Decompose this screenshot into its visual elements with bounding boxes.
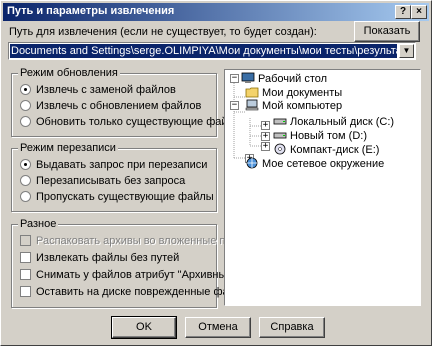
radio-icon[interactable] bbox=[20, 116, 31, 127]
overwrite-option-skip[interactable]: Пропускать существующие файлы bbox=[20, 190, 214, 204]
tree-label: Локальный диск (C:) bbox=[290, 116, 395, 128]
folder-icon bbox=[245, 87, 259, 98]
expand-icon[interactable]: + bbox=[261, 142, 270, 151]
tree-label: Мое сетевое окружение bbox=[262, 158, 385, 170]
show-button[interactable]: Показать bbox=[354, 21, 420, 42]
overwrite-option-silent[interactable]: Перезаписывать без запроса bbox=[20, 174, 185, 188]
misc-option-archive-attr[interactable]: Снимать у файлов атрибут "Архивный" bbox=[20, 268, 236, 282]
tree-label: Рабочий стол bbox=[258, 73, 328, 85]
ok-button[interactable]: OK bbox=[111, 316, 177, 339]
radio-icon[interactable] bbox=[20, 100, 31, 111]
drive-icon bbox=[273, 132, 287, 139]
window-title: Путь и параметры извлечения bbox=[7, 5, 175, 17]
tree-item-network[interactable]: Мое сетевое окружение bbox=[245, 157, 384, 171]
help-button[interactable]: Справка bbox=[259, 317, 325, 338]
tree-label: Компакт-диск (E:) bbox=[290, 144, 380, 156]
collapse-icon[interactable]: − bbox=[230, 74, 239, 83]
tree-item-my-computer[interactable]: Мой компьютер bbox=[245, 99, 342, 113]
radio-icon[interactable] bbox=[20, 191, 31, 202]
option-label: Выдавать запрос при перезаписи bbox=[36, 159, 208, 171]
update-mode-title: Режим обновления bbox=[18, 67, 120, 79]
close-button[interactable]: × bbox=[411, 5, 427, 19]
computer-icon bbox=[245, 99, 259, 111]
network-icon bbox=[246, 157, 258, 169]
extraction-dialog: Путь и параметры извлечения ? × Путь для… bbox=[0, 0, 432, 346]
cancel-button[interactable]: Отмена bbox=[185, 317, 251, 338]
misc-title: Разное bbox=[18, 218, 59, 230]
checkbox-icon[interactable] bbox=[20, 252, 31, 263]
checkbox-icon bbox=[20, 235, 31, 246]
tree-item-desktop[interactable]: Рабочий стол bbox=[241, 72, 327, 86]
checkbox-icon[interactable] bbox=[20, 269, 31, 280]
misc-option-no-paths[interactable]: Извлекать файлы без путей bbox=[20, 251, 179, 265]
overwrite-option-ask[interactable]: Выдавать запрос при перезаписи bbox=[20, 158, 207, 172]
tree-label: Мой компьютер bbox=[262, 100, 343, 112]
checkbox-icon[interactable] bbox=[20, 286, 31, 297]
option-label: Оставить на диске поврежденные файлы bbox=[36, 286, 250, 298]
option-label: Снимать у файлов атрибут "Архивный" bbox=[36, 269, 237, 281]
expand-icon[interactable]: + bbox=[261, 121, 270, 130]
option-label: Извлечь с обновлением файлов bbox=[36, 100, 202, 112]
desktop-icon bbox=[241, 72, 255, 83]
tree-label: Новый том (D:) bbox=[290, 130, 367, 142]
update-mode-group: Режим обновления Извлечь с заменой файло… bbox=[11, 67, 242, 137]
misc-group: Разное Распаковать архивы во вложенные п… bbox=[11, 218, 249, 308]
radio-icon[interactable] bbox=[20, 175, 31, 186]
folder-tree[interactable]: − Рабочий стол Мои документы − Мой компь… bbox=[224, 69, 421, 306]
drive-icon bbox=[273, 118, 287, 125]
path-label: Путь для извлечения (если не существует,… bbox=[9, 26, 317, 38]
chevron-down-icon[interactable]: ▼ bbox=[399, 44, 414, 58]
option-label: Распаковать архивы во вложенные папки bbox=[36, 235, 249, 247]
update-option-replace[interactable]: Извлечь с заменой файлов bbox=[20, 83, 176, 97]
help-title-button[interactable]: ? bbox=[395, 5, 411, 19]
option-label: Перезаписывать без запроса bbox=[36, 175, 186, 187]
expand-icon[interactable]: + bbox=[261, 132, 270, 141]
option-label: Извлекать файлы без путей bbox=[36, 252, 180, 264]
cdrom-icon bbox=[274, 143, 286, 155]
radio-icon[interactable] bbox=[20, 159, 31, 170]
path-value[interactable]: Documents and Settings\serge.OLIMPIYA\Мо… bbox=[10, 44, 397, 58]
option-label: Извлечь с заменой файлов bbox=[36, 84, 176, 96]
radio-icon[interactable] bbox=[20, 84, 31, 95]
tree-item-drive-c[interactable]: Локальный диск (C:) bbox=[273, 115, 394, 129]
overwrite-mode-group: Режим перезаписи Выдавать запрос при пер… bbox=[11, 142, 217, 212]
overwrite-mode-title: Режим перезаписи bbox=[18, 142, 118, 154]
update-option-existing[interactable]: Обновить только существующие файлы bbox=[20, 115, 242, 129]
misc-option-keep-broken[interactable]: Оставить на диске поврежденные файлы bbox=[20, 285, 249, 299]
misc-option-nested: Распаковать архивы во вложенные папки bbox=[20, 234, 248, 248]
title-bar[interactable]: Путь и параметры извлечения ? × bbox=[3, 3, 429, 21]
collapse-icon[interactable]: − bbox=[230, 101, 239, 110]
tree-item-my-documents[interactable]: Мои документы bbox=[245, 86, 342, 100]
tree-label: Мои документы bbox=[262, 87, 343, 99]
tree-item-drive-e[interactable]: Компакт-диск (E:) bbox=[273, 143, 379, 157]
path-combobox[interactable]: Documents and Settings\serge.OLIMPIYA\Мо… bbox=[8, 42, 416, 60]
option-label: Пропускать существующие файлы bbox=[36, 191, 214, 203]
option-label: Обновить только существующие файлы bbox=[36, 116, 242, 128]
tree-item-drive-d[interactable]: Новый том (D:) bbox=[273, 129, 367, 143]
update-option-refresh[interactable]: Извлечь с обновлением файлов bbox=[20, 99, 201, 113]
